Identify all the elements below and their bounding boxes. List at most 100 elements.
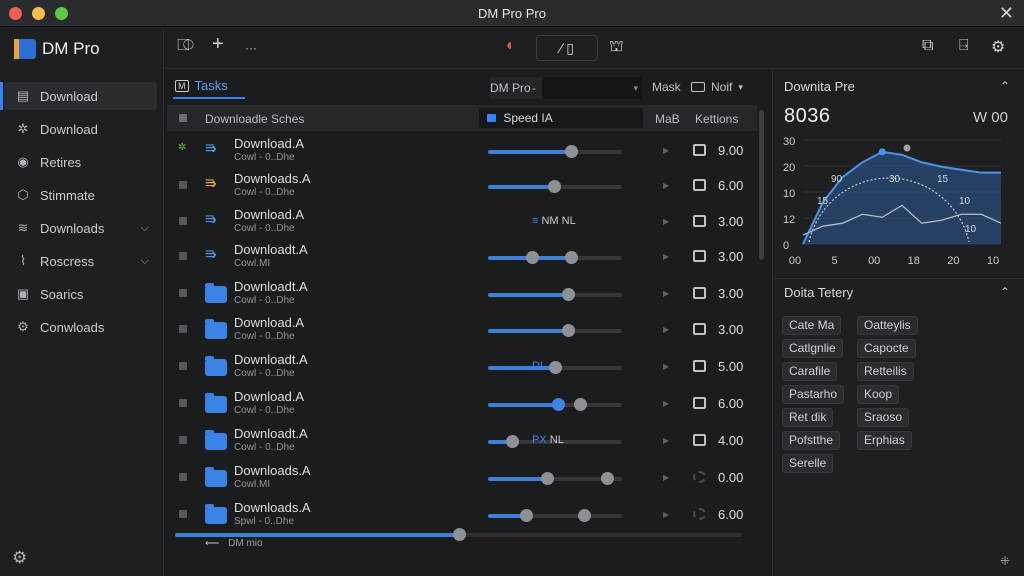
select-all-checkbox[interactable]: [179, 114, 187, 122]
mask-column-button[interactable]: Mask: [652, 80, 681, 94]
horizontal-scroll-handle[interactable]: [452, 528, 466, 541]
play-icon[interactable]: ▶: [663, 146, 669, 155]
tag-chip[interactable]: Cate Ma: [782, 316, 842, 335]
progress-slider[interactable]: [488, 251, 622, 264]
slider-handle[interactable]: [565, 251, 579, 264]
record-icon[interactable]: ◐: [506, 37, 516, 55]
play-icon[interactable]: ▶: [663, 436, 669, 445]
collapse-caret-icon[interactable]: ⌃: [1000, 79, 1010, 93]
slider-handle[interactable]: [540, 472, 554, 485]
row-checkbox[interactable]: [179, 399, 187, 407]
sidebar-item[interactable]: ▤ Download: [0, 82, 157, 110]
progress-slider[interactable]: [488, 472, 622, 485]
camera-icon[interactable]: [693, 508, 706, 520]
edit-icon[interactable]: ⍈: [959, 37, 969, 55]
table-row[interactable]: ≡› Downloads.A Cowl - 0..Dhe ▶ 6.00: [167, 169, 757, 205]
play-icon[interactable]: ▶: [663, 473, 669, 482]
row-checkbox[interactable]: [179, 181, 187, 189]
close-icon[interactable]: ✕: [999, 3, 1014, 24]
row-checkbox[interactable]: [179, 473, 187, 481]
play-icon[interactable]: ▶: [663, 510, 669, 519]
progress-slider[interactable]: [488, 145, 622, 158]
camera-icon[interactable]: [693, 179, 706, 191]
camera-icon[interactable]: [693, 471, 706, 483]
row-checkbox[interactable]: [179, 362, 187, 370]
row-checkbox[interactable]: [179, 217, 187, 225]
table-row[interactable]: ≡› Downloadt.A Cowl.MI ▶ 3.00: [167, 240, 757, 276]
sidebar-item[interactable]: ✲ Download: [4, 115, 157, 143]
resize-icon[interactable]: ⁜: [1000, 554, 1010, 568]
header-name[interactable]: Downloadle Sches: [205, 112, 304, 126]
tag-chip[interactable]: Ret dik: [782, 408, 834, 427]
home-icon[interactable]: ⛫: [609, 37, 624, 57]
sidebar-item[interactable]: ⬡ Stimmate: [4, 181, 157, 209]
row-checkbox[interactable]: [179, 252, 187, 260]
slider-handle[interactable]: [549, 361, 562, 374]
slider-handle[interactable]: [562, 324, 576, 337]
header-kettions[interactable]: Kettions: [695, 112, 738, 126]
slider-handle[interactable]: [578, 509, 592, 522]
camera-icon[interactable]: [693, 323, 706, 335]
more-icon[interactable]: ···: [245, 41, 257, 55]
progress-slider[interactable]: [488, 324, 622, 337]
slider-handle[interactable]: [519, 509, 533, 522]
row-checkbox[interactable]: [179, 289, 187, 297]
progress-slider[interactable]: [488, 288, 622, 301]
settings-gear-icon[interactable]: ⚙: [12, 548, 27, 568]
tag-chip[interactable]: Catlgnlie: [782, 339, 843, 358]
slider-handle[interactable]: [526, 251, 540, 264]
add-button[interactable]: +: [212, 33, 224, 56]
header-mab[interactable]: MaB: [655, 112, 680, 126]
table-row[interactable]: Downloadt.A Cowl - 0..Dhe ▶ 3.00: [167, 277, 757, 313]
row-checkbox[interactable]: [179, 436, 187, 444]
sidebar-item[interactable]: ⌇ Roscress ⌵: [4, 247, 157, 275]
tab-tasks[interactable]: M Tasks: [175, 78, 228, 93]
tag-chip[interactable]: Oatteylis: [857, 316, 918, 335]
slider-handle[interactable]: [551, 398, 565, 411]
window-icon[interactable]: ⧉: [922, 37, 933, 55]
tag-chip[interactable]: Koop: [857, 385, 900, 404]
view-segment[interactable]: ⁄ ▯: [536, 35, 598, 61]
branch-icon[interactable]: ⎄: [177, 37, 194, 55]
play-icon[interactable]: ▶: [663, 289, 669, 298]
collapse-caret-icon[interactable]: ⌃: [1000, 285, 1010, 299]
play-icon[interactable]: ▶: [663, 399, 669, 408]
sidebar-item[interactable]: ⚙ Conwloads: [4, 313, 157, 341]
play-icon[interactable]: ▶: [663, 252, 669, 261]
tag-chip[interactable]: Retteilis: [857, 362, 914, 381]
vertical-scrollbar[interactable]: [759, 110, 764, 260]
progress-slider[interactable]: [488, 180, 622, 193]
play-icon[interactable]: ▶: [663, 217, 669, 226]
sidebar-item[interactable]: ◉ Retires: [4, 148, 157, 176]
tag-chip[interactable]: Pofstthe: [782, 431, 841, 450]
progress-slider[interactable]: [488, 398, 622, 411]
table-row[interactable]: ≡› Download.A Cowl - 0..Dhe ≡ NM NL ▶ 3.00: [167, 205, 757, 241]
sidebar-item[interactable]: ≋ Downloads ⌵: [4, 214, 157, 242]
slider-handle[interactable]: [565, 145, 579, 158]
horizontal-scrollbar[interactable]: [175, 528, 742, 541]
sidebar-item[interactable]: ▣ Soarics: [4, 280, 157, 308]
row-checkbox[interactable]: [179, 325, 187, 333]
table-row[interactable]: Download.A Cowl - 0..Dhe ▶ 6.00: [167, 387, 757, 423]
speed-filter[interactable]: Speed IA: [479, 108, 643, 128]
play-icon[interactable]: ▶: [663, 181, 669, 190]
camera-icon[interactable]: [693, 287, 706, 299]
slider-handle[interactable]: [601, 472, 615, 485]
slider-handle[interactable]: [506, 435, 520, 448]
gear-icon[interactable]: ⚙: [991, 37, 1005, 57]
slider-handle[interactable]: [547, 180, 561, 193]
table-row[interactable]: Downloads.A Cowl.MI ▶ 0.00: [167, 461, 757, 497]
slider-handle[interactable]: [562, 288, 576, 301]
camera-icon[interactable]: [693, 144, 706, 156]
tag-chip[interactable]: Pastarho: [782, 385, 845, 404]
table-row[interactable]: Download.A Cowl - 0..Dhe ▶ 3.00: [167, 313, 757, 349]
notify-dropdown[interactable]: Noif ▾: [691, 80, 743, 94]
camera-icon[interactable]: [693, 250, 706, 262]
progress-slider[interactable]: [488, 361, 622, 374]
tag-chip[interactable]: Capocte: [857, 339, 916, 358]
table-row[interactable]: ✲ ≡› Download.A Cowl - 0..Dhe ▶ 9.00: [167, 134, 757, 170]
chevron-down-icon[interactable]: ⌵: [141, 222, 149, 235]
tag-chip[interactable]: Serelle: [782, 454, 834, 473]
camera-icon[interactable]: [693, 215, 706, 227]
tag-chip[interactable]: Carafile: [782, 362, 838, 381]
